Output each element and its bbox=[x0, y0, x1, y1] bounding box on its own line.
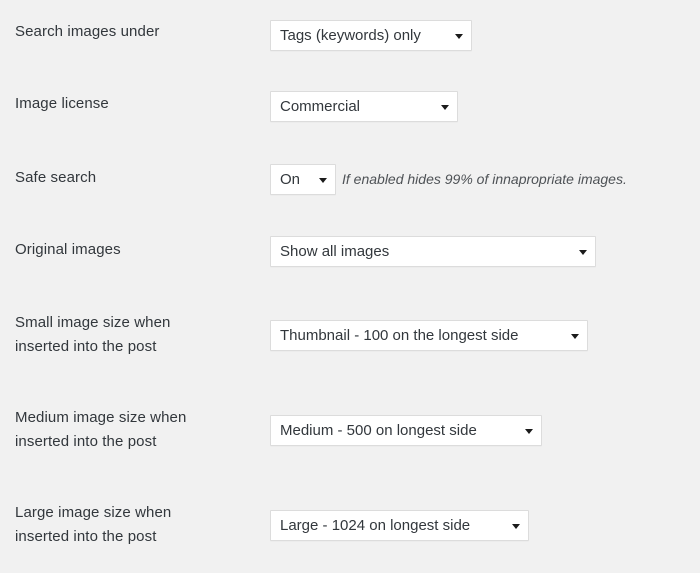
label-search-images-under: Search images under bbox=[0, 20, 270, 44]
control-medium-image-size: Medium - 500 on longest side bbox=[270, 415, 542, 446]
chevron-down-icon bbox=[319, 177, 327, 183]
control-small-image-size: Thumbnail - 100 on the longest side bbox=[270, 320, 588, 351]
chevron-down-icon bbox=[579, 249, 587, 255]
label-line: Medium image size when bbox=[15, 409, 187, 426]
select-value: Thumbnail - 100 on the longest side bbox=[280, 327, 519, 344]
form-row-small-image-size: Small image size when inserted into the … bbox=[0, 311, 700, 359]
label-line: Search images under bbox=[15, 23, 160, 40]
image-search-settings-form: Search images under Tags (keywords) only… bbox=[0, 0, 700, 573]
label-line: Original images bbox=[15, 241, 121, 258]
control-search-images-under: Tags (keywords) only bbox=[270, 20, 472, 51]
label-line: Small image size when bbox=[15, 314, 171, 331]
label-line: inserted into the post bbox=[15, 528, 157, 545]
select-original-images[interactable]: Show all images bbox=[270, 236, 596, 267]
label-medium-image-size: Medium image size when inserted into the… bbox=[0, 406, 270, 454]
select-large-image-size[interactable]: Large - 1024 on longest side bbox=[270, 510, 529, 541]
select-value: Commercial bbox=[280, 98, 361, 115]
form-row-medium-image-size: Medium image size when inserted into the… bbox=[0, 406, 700, 454]
label-small-image-size: Small image size when inserted into the … bbox=[0, 311, 270, 359]
label-line: Safe search bbox=[15, 169, 97, 186]
label-line: inserted into the post bbox=[15, 338, 157, 355]
control-image-license: Commercial bbox=[270, 91, 458, 122]
chevron-down-icon bbox=[455, 33, 463, 39]
select-value: Medium - 500 on longest side bbox=[280, 422, 477, 439]
label-safe-search: Safe search bbox=[0, 166, 270, 190]
label-line: inserted into the post bbox=[15, 433, 157, 450]
control-original-images: Show all images bbox=[270, 236, 596, 267]
label-large-image-size: Large image size when inserted into the … bbox=[0, 501, 270, 549]
form-row-large-image-size: Large image size when inserted into the … bbox=[0, 501, 700, 549]
chevron-down-icon bbox=[441, 104, 449, 110]
form-row-safe-search: Safe search On If enabled hides 99% of i… bbox=[0, 164, 700, 195]
form-row-search-images-under: Search images under Tags (keywords) only bbox=[0, 20, 700, 51]
form-row-original-images: Original images Show all images bbox=[0, 236, 700, 267]
chevron-down-icon bbox=[571, 333, 579, 339]
select-search-images-under[interactable]: Tags (keywords) only bbox=[270, 20, 472, 51]
control-large-image-size: Large - 1024 on longest side bbox=[270, 510, 529, 541]
select-medium-image-size[interactable]: Medium - 500 on longest side bbox=[270, 415, 542, 446]
form-row-image-license: Image license Commercial bbox=[0, 91, 700, 122]
select-value: Show all images bbox=[280, 243, 390, 260]
label-image-license: Image license bbox=[0, 92, 270, 116]
select-small-image-size[interactable]: Thumbnail - 100 on the longest side bbox=[270, 320, 588, 351]
safe-search-help-text: If enabled hides 99% of innapropriate im… bbox=[342, 171, 627, 187]
select-value: Tags (keywords) only bbox=[280, 27, 421, 44]
chevron-down-icon bbox=[512, 523, 520, 529]
chevron-down-icon bbox=[525, 428, 533, 434]
label-line: Image license bbox=[15, 95, 109, 112]
select-image-license[interactable]: Commercial bbox=[270, 91, 458, 122]
select-safe-search[interactable]: On bbox=[270, 164, 336, 195]
label-original-images: Original images bbox=[0, 238, 270, 262]
control-safe-search: On If enabled hides 99% of innapropriate… bbox=[270, 164, 627, 195]
label-line: Large image size when bbox=[15, 504, 172, 521]
select-value: Large - 1024 on longest side bbox=[280, 517, 471, 534]
select-value: On bbox=[280, 171, 301, 188]
